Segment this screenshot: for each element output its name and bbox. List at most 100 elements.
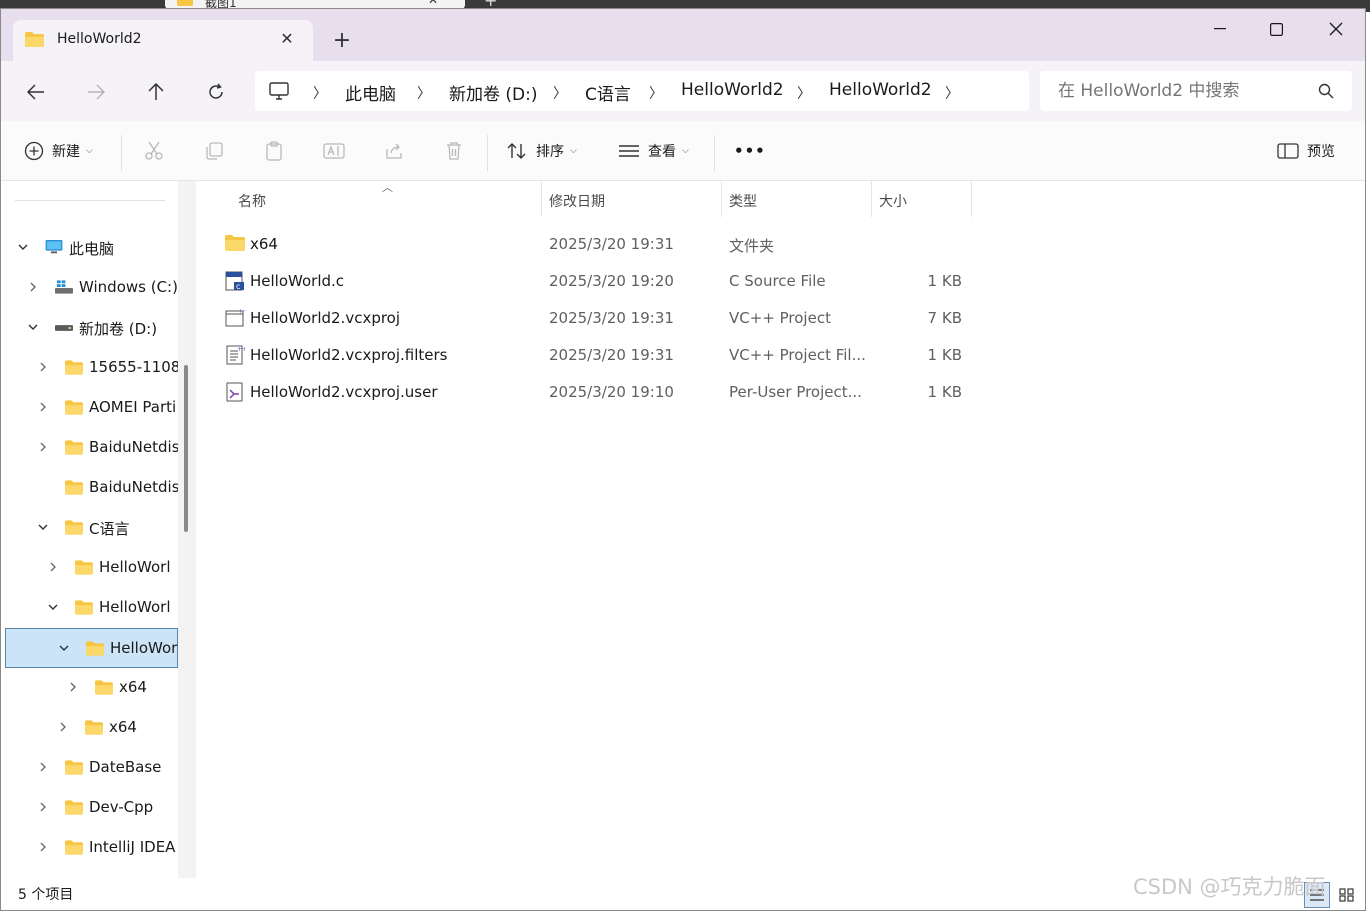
rename-button[interactable]	[322, 139, 346, 163]
sidebar-item[interactable]: DateBase	[1, 748, 178, 788]
new-button[interactable]: 新建 ⌵	[24, 137, 93, 165]
table-row[interactable]: x64 2025/3/20 19:31 文件夹	[196, 226, 976, 263]
chevron-right-icon[interactable]	[37, 761, 49, 773]
folder-icon	[65, 520, 83, 535]
chevron-right-icon[interactable]	[27, 281, 39, 293]
trash-icon	[447, 142, 461, 160]
cut-button[interactable]	[142, 139, 166, 163]
file-date: 2025/3/20 19:31	[549, 309, 674, 327]
file-date: 2025/3/20 19:31	[549, 346, 674, 364]
chevron-right-icon[interactable]	[37, 841, 49, 853]
close-tab-icon[interactable]: ✕	[277, 29, 297, 49]
maximize-button[interactable]	[1253, 15, 1299, 43]
folder-icon	[65, 760, 83, 775]
column-header-type[interactable]: 类型	[722, 181, 871, 217]
share-button[interactable]	[382, 139, 406, 163]
breadcrumb-helloworld2-current[interactable]: HelloWorld2	[829, 80, 932, 100]
table-row[interactable]: ++ HelloWorld2.vcxproj.filters 2025/3/20 1…	[196, 337, 976, 374]
chevron-right-icon[interactable]: 〉	[313, 83, 327, 103]
chevron-down-icon[interactable]	[27, 321, 39, 333]
plus-circle-icon	[24, 141, 44, 161]
search-icon[interactable]	[1318, 83, 1334, 99]
active-tab[interactable]: HelloWorld2 ✕	[13, 20, 313, 61]
table-row[interactable]: HelloWorld2.vcxproj.user 2025/3/20 19:10 P…	[196, 374, 976, 411]
refresh-button[interactable]	[202, 78, 230, 106]
file-type: VC++ Project Fil...	[729, 346, 866, 364]
chevron-right-icon[interactable]	[37, 441, 49, 453]
chevron-right-icon[interactable]: 〉	[553, 83, 567, 103]
search-input[interactable]	[1058, 81, 1308, 101]
chevron-right-icon[interactable]: 〉	[417, 83, 431, 103]
sidebar-item[interactable]: HelloWorl	[1, 588, 178, 628]
breadcrumb-c-language[interactable]: C语言	[585, 80, 631, 105]
column-divider[interactable]	[971, 181, 972, 217]
preview-pane-button[interactable]: 预览	[1277, 137, 1335, 165]
chevron-down-icon[interactable]	[47, 601, 59, 613]
chevron-right-icon[interactable]	[37, 801, 49, 813]
close-icon[interactable]: ✕	[428, 0, 438, 7]
chevron-right-icon[interactable]	[47, 561, 59, 573]
sidebar-item[interactable]: x64	[1, 668, 178, 708]
chevron-right-icon[interactable]	[37, 401, 49, 413]
sidebar-item[interactable]: BaiduNetdis	[1, 468, 178, 508]
chevron-down-icon[interactable]	[17, 241, 29, 253]
table-row[interactable]: ++ HelloWorld2.vcxproj 2025/3/20 19:31 VC++…	[196, 300, 976, 337]
table-row[interactable]: c HelloWorld.c 2025/3/20 19:20 C Source Fil…	[196, 263, 976, 300]
chevron-down-icon[interactable]	[58, 642, 70, 654]
chevron-right-icon[interactable]: 〉	[797, 83, 811, 103]
address-bar[interactable]: 〉 此电脑 〉 新加卷 (D:) 〉 C语言 〉 HelloWorld2 〉 H…	[255, 71, 1029, 111]
sidebar-item-label: 15655-1108	[89, 358, 178, 376]
search-box[interactable]	[1040, 71, 1352, 111]
chevron-right-icon[interactable]	[37, 361, 49, 373]
view-button[interactable]: 查看 ⌵	[618, 137, 689, 165]
column-header-size[interactable]: 大小	[872, 181, 971, 217]
more-options-button[interactable]: •••	[734, 137, 766, 165]
toolbar-divider	[714, 135, 715, 171]
sidebar-item[interactable]: Windows (C:)	[1, 268, 178, 308]
paste-button[interactable]	[262, 139, 286, 163]
chevron-right-icon[interactable]	[57, 721, 69, 733]
breadcrumb-this-pc[interactable]: 此电脑	[345, 80, 396, 105]
sidebar-item[interactable]: Dev-Cpp	[1, 788, 178, 828]
delete-button[interactable]	[442, 139, 466, 163]
minimize-button[interactable]	[1197, 15, 1243, 43]
column-header-name[interactable]: ︿ 名称	[196, 181, 541, 217]
copy-icon	[206, 142, 223, 160]
chevron-down-icon[interactable]	[37, 521, 49, 533]
tab-title: HelloWorld2	[57, 31, 142, 47]
file-type: 文件夹	[729, 237, 775, 255]
sidebar-item[interactable]: BaiduNetdis	[1, 428, 178, 468]
sidebar-item[interactable]: HelloWor	[5, 628, 178, 668]
sidebar-item[interactable]: x64	[1, 708, 178, 748]
sort-button[interactable]: 排序 ⌵	[506, 137, 577, 165]
sidebar-item[interactable]: 新加卷 (D:)	[1, 308, 178, 348]
up-button[interactable]	[142, 78, 170, 106]
sidebar-item[interactable]: 15655-1108	[1, 348, 178, 388]
sidebar-item[interactable]: Java	[1, 868, 178, 878]
sidebar-item[interactable]: C语言	[1, 508, 178, 548]
file-date: 2025/3/20 19:20	[549, 272, 674, 290]
forward-button[interactable]	[82, 78, 110, 106]
toolbar-divider	[121, 135, 122, 171]
chevron-right-icon[interactable]: 〉	[945, 83, 959, 103]
sidebar-item[interactable]: IntelliJ IDEA	[1, 828, 178, 868]
chevron-right-icon[interactable]	[67, 681, 79, 693]
file-size: 7 KB	[927, 309, 962, 327]
close-window-button[interactable]	[1313, 15, 1359, 43]
sidebar-item-label: HelloWorl	[99, 598, 171, 616]
folder-icon	[225, 235, 245, 251]
copy-button[interactable]	[202, 139, 226, 163]
new-tab-button[interactable]: +	[330, 29, 354, 53]
breadcrumb-drive-d[interactable]: 新加卷 (D:)	[449, 80, 538, 105]
chevron-right-icon[interactable]: 〉	[649, 83, 663, 103]
sidebar-item-label: AOMEI Parti	[89, 398, 177, 416]
sidebar-scrollbar-thumb[interactable]	[184, 365, 188, 532]
sidebar-item[interactable]: 此电脑	[1, 228, 178, 268]
sidebar-item[interactable]: AOMEI Parti	[1, 388, 178, 428]
column-header-date[interactable]: 修改日期	[542, 181, 721, 217]
tiles-view-button[interactable]	[1334, 882, 1360, 908]
preview-label: 预览	[1307, 144, 1335, 160]
breadcrumb-helloworld2[interactable]: HelloWorld2	[681, 80, 784, 100]
back-button[interactable]	[22, 78, 50, 106]
sidebar-item[interactable]: HelloWorl	[1, 548, 178, 588]
